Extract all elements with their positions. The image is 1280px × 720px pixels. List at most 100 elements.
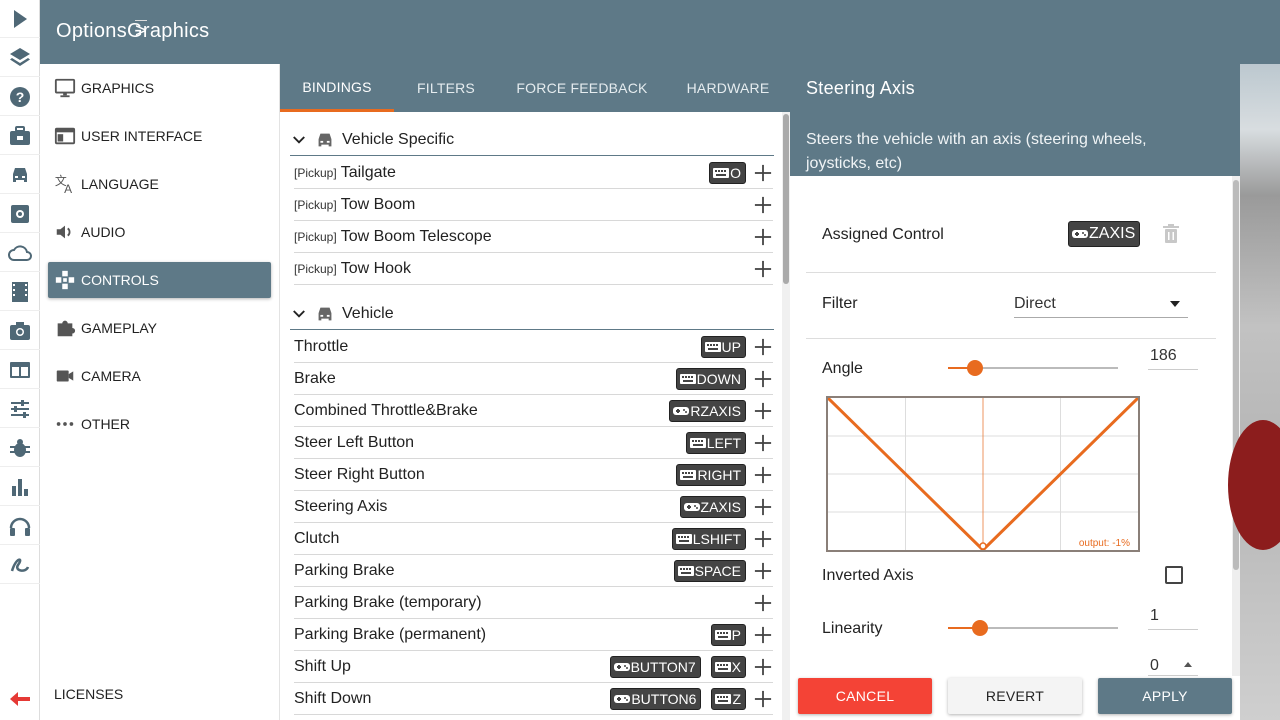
rail-briefcase-button[interactable] — [0, 117, 40, 155]
key-binding-chip[interactable]: DOWN — [675, 367, 746, 390]
binding-group-header[interactable]: Vehicle Specific — [290, 124, 774, 156]
revert-button[interactable]: REVERT — [948, 678, 1082, 714]
binding-row[interactable]: Steer Left Button LEFT — [294, 427, 773, 459]
add-binding-button[interactable] — [753, 195, 773, 215]
detail-panel: Assigned Control ZAXIS Filter Direct Ang… — [790, 176, 1240, 720]
inverted-axis-checkbox[interactable] — [1165, 566, 1183, 584]
next-value-input[interactable]: 0 — [1148, 658, 1198, 676]
rail-bar-chart-button[interactable] — [0, 468, 40, 506]
category-camera[interactable]: CAMERA — [48, 358, 271, 394]
detail-scrollbar[interactable] — [1232, 176, 1240, 676]
add-binding-button[interactable] — [753, 433, 773, 453]
binding-row[interactable]: Clutch LSHIFT — [294, 523, 773, 555]
scrollbar-thumb[interactable] — [783, 114, 789, 284]
rail-help-button[interactable]: ? — [0, 78, 40, 116]
category-audio[interactable]: AUDIO — [48, 214, 271, 250]
add-binding-button[interactable] — [753, 259, 773, 279]
binding-row[interactable]: Parking Brake (permanent) P — [294, 619, 773, 651]
add-binding-button[interactable] — [753, 227, 773, 247]
key-binding-chip[interactable]: O — [709, 161, 746, 184]
rail-play-button[interactable] — [0, 0, 40, 38]
key-binding-chip[interactable]: LSHIFT — [671, 527, 746, 550]
apply-button[interactable]: APPLY — [1098, 678, 1232, 714]
key-binding-chip[interactable]: UP — [700, 335, 746, 358]
binding-row[interactable]: [Pickup] Tow Boom — [294, 189, 773, 221]
tab-hardware[interactable]: HARDWARE — [666, 64, 790, 112]
binding-row[interactable]: [Pickup] Tow Hook — [294, 253, 773, 285]
binding-row[interactable]: Combined Throttle&Brake RZAXIS — [294, 395, 773, 427]
add-binding-button[interactable] — [753, 625, 773, 645]
rail-settings-button[interactable] — [0, 195, 40, 233]
category-user-interface[interactable]: USER INTERFACE — [48, 118, 271, 154]
rail-cloud-button[interactable] — [0, 234, 40, 272]
licenses-link[interactable]: LICENSES — [54, 686, 123, 702]
add-binding-button[interactable] — [753, 593, 773, 613]
add-binding-button[interactable] — [753, 497, 773, 517]
angle-slider[interactable] — [948, 360, 1118, 376]
category-other[interactable]: OTHER — [48, 406, 271, 442]
rail-scribble-button[interactable] — [0, 546, 40, 584]
key-binding-chip[interactable]: BUTTON6 — [610, 687, 702, 710]
tab-bindings[interactable]: BINDINGS — [280, 64, 394, 112]
tab-filters[interactable]: FILTERS — [394, 64, 498, 112]
binding-row[interactable]: Throttle UP — [294, 331, 773, 363]
add-binding-button[interactable] — [753, 465, 773, 485]
linearity-input[interactable]: 1 — [1148, 602, 1198, 630]
delete-icon[interactable] — [1162, 224, 1180, 244]
add-binding-button[interactable] — [753, 529, 773, 549]
linearity-slider[interactable] — [948, 620, 1118, 636]
key-binding-chip[interactable]: X — [710, 655, 746, 678]
tab-force-feedback[interactable]: FORCE FEEDBACK — [498, 64, 666, 112]
cancel-button[interactable]: CANCEL — [798, 678, 932, 714]
binding-group-header[interactable]: Vehicle — [290, 298, 774, 330]
key-binding-chip[interactable]: P — [710, 623, 746, 646]
car-icon — [318, 307, 332, 320]
key-binding-chip[interactable]: Z — [711, 687, 746, 710]
key-binding-chip[interactable]: LEFT — [685, 431, 746, 454]
rail-camera-button[interactable] — [0, 312, 40, 350]
binding-row[interactable]: Shift Down BUTTON6 Z — [294, 683, 773, 715]
key-binding-chip[interactable]: SPACE — [673, 559, 746, 582]
rail-window-button[interactable] — [0, 351, 40, 389]
binding-row[interactable]: [Pickup] Tailgate O — [294, 157, 773, 189]
key-binding-label: BUTTON6 — [631, 690, 697, 707]
rail-car-button[interactable] — [0, 156, 40, 194]
back-arrow-button[interactable] — [0, 680, 40, 718]
key-binding-chip[interactable]: RZAXIS — [669, 399, 746, 422]
category-language[interactable]: 文 A LANGUAGE — [48, 166, 271, 202]
key-binding-chip[interactable]: ZAXIS — [679, 495, 746, 518]
angle-input[interactable]: 186 — [1148, 342, 1198, 370]
assigned-control-key[interactable]: ZAXIS — [1068, 221, 1141, 247]
rail-film-button[interactable] — [0, 273, 40, 311]
key-binding-chip[interactable]: BUTTON7 — [609, 655, 701, 678]
add-binding-button[interactable] — [753, 163, 773, 183]
add-binding-button[interactable] — [753, 689, 773, 709]
category-graphics[interactable]: GRAPHICS — [48, 70, 271, 106]
add-binding-button[interactable] — [753, 657, 773, 677]
add-binding-button[interactable] — [753, 401, 773, 421]
binding-row[interactable]: Parking Brake SPACE — [294, 555, 773, 587]
bindings-scrollbar[interactable] — [782, 112, 790, 720]
rail-layers-button[interactable] — [0, 39, 40, 77]
add-binding-button[interactable] — [753, 369, 773, 389]
category-controls[interactable]: CONTROLS — [48, 262, 271, 298]
key-binding-chip[interactable]: RIGHT — [676, 463, 746, 486]
breadcrumb-root[interactable]: Options — [56, 20, 127, 42]
binding-row[interactable]: Steering Axis ZAXIS — [294, 491, 773, 523]
binding-row[interactable]: Shift Up BUTTON7 X — [294, 651, 773, 683]
binding-row[interactable]: Parking Brake (temporary) — [294, 587, 773, 619]
linearity-slider-knob[interactable] — [972, 620, 989, 636]
binding-row[interactable]: [Pickup] Tow Boom Telescope — [294, 221, 773, 253]
add-binding-button[interactable] — [753, 561, 773, 581]
rail-bug-button[interactable] — [0, 429, 40, 467]
rail-headphones-button[interactable] — [0, 507, 40, 545]
add-binding-button[interactable] — [753, 337, 773, 357]
rail-sliders-button[interactable] — [0, 390, 40, 428]
binding-row[interactable]: Steer Right Button RIGHT — [294, 459, 773, 491]
angle-slider-knob[interactable] — [967, 360, 984, 376]
category-gameplay[interactable]: GAMEPLAY — [48, 310, 271, 346]
filter-select[interactable]: Direct — [1014, 290, 1188, 318]
binding-row[interactable]: Brake DOWN — [294, 363, 773, 395]
stepper-up-icon[interactable] — [1184, 662, 1192, 667]
category-label: OTHER — [81, 416, 130, 432]
